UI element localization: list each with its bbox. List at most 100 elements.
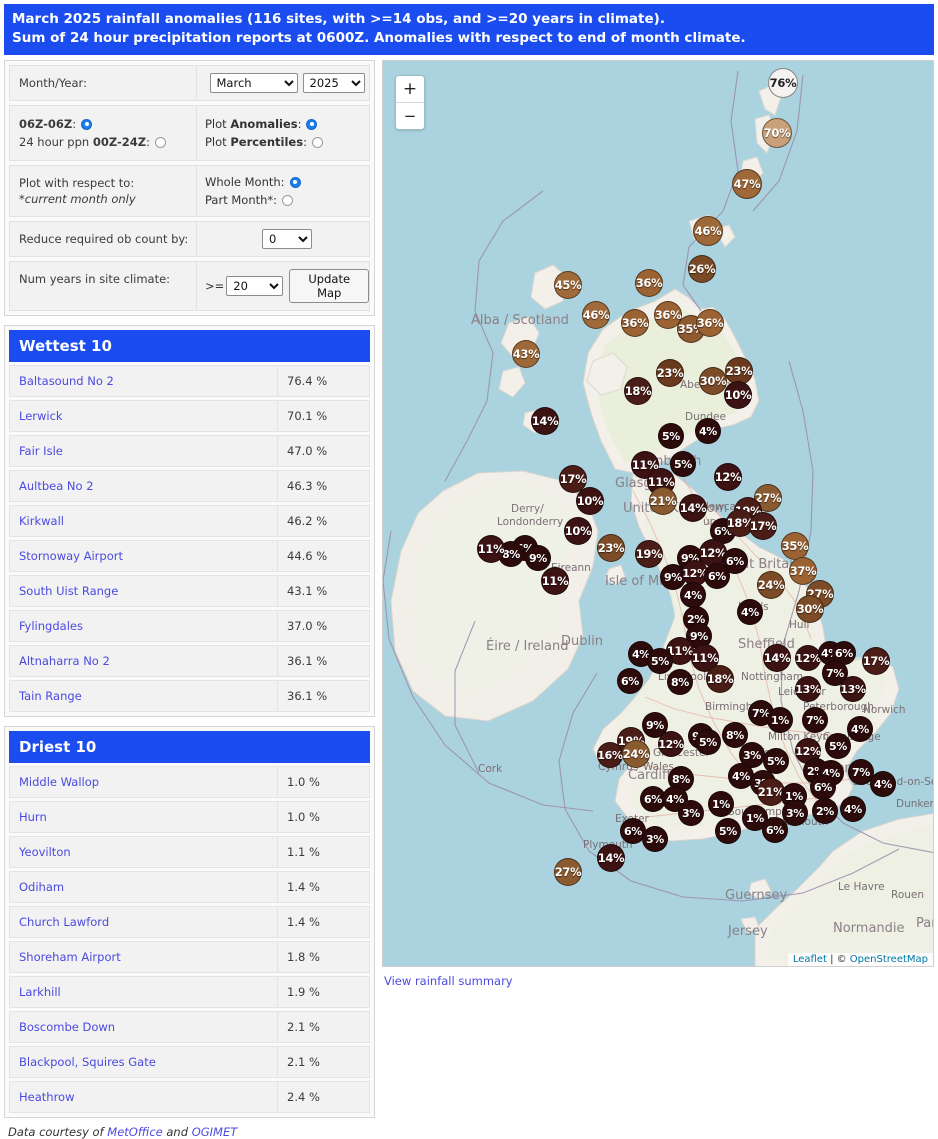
zoom-out-icon[interactable]: − xyxy=(396,102,424,129)
map-site-marker[interactable]: 4% xyxy=(737,599,763,625)
plot-percentiles-option[interactable]: Plot Percentiles: xyxy=(205,133,369,151)
map-site-marker[interactable]: 13% xyxy=(840,676,866,702)
map-site-marker[interactable]: 43% xyxy=(512,340,540,368)
map-site-marker[interactable]: 11% xyxy=(541,567,569,595)
map-site-marker[interactable]: 36% xyxy=(621,309,649,337)
openstreetmap-link[interactable]: OpenStreetMap xyxy=(850,954,928,965)
map-site-marker[interactable]: 17% xyxy=(749,512,777,540)
month-select[interactable]: March xyxy=(209,73,298,93)
ppn-0024-option[interactable]: 24 hour ppn 00Z-24Z: xyxy=(19,133,196,151)
part-month-radio[interactable] xyxy=(282,194,294,206)
map-site-marker[interactable]: 30% xyxy=(796,595,824,623)
map-site-marker[interactable]: 36% xyxy=(696,309,724,337)
map-site-marker[interactable]: 5% xyxy=(670,451,696,477)
map-site-marker[interactable]: 18% xyxy=(624,377,652,405)
whole-month-option[interactable]: Whole Month: xyxy=(205,173,369,191)
site-name-link[interactable]: Larkhill xyxy=(9,976,278,1008)
map-site-marker[interactable]: 6% xyxy=(810,774,836,800)
map-site-marker[interactable]: 16% xyxy=(597,742,623,768)
site-name-link[interactable]: Hurn xyxy=(9,801,278,833)
num-years-select[interactable]: 20 xyxy=(226,276,284,296)
map-site-marker[interactable]: 1% xyxy=(767,707,793,733)
map-site-marker[interactable]: 47% xyxy=(732,169,762,199)
zoom-in-icon[interactable]: + xyxy=(396,76,424,102)
map-site-marker[interactable]: 27% xyxy=(554,858,582,886)
map-site-marker[interactable]: 5% xyxy=(647,648,673,674)
map-site-marker[interactable]: 12% xyxy=(658,731,684,757)
map-site-marker[interactable]: 6% xyxy=(704,563,730,589)
map-site-marker[interactable]: 19% xyxy=(635,540,663,568)
ppn-0606-radio[interactable] xyxy=(81,118,93,130)
map-site-marker[interactable]: 70% xyxy=(762,118,792,148)
map-site-marker[interactable]: 18% xyxy=(706,665,734,693)
site-name-link[interactable]: Kirkwall xyxy=(9,505,278,537)
map-site-marker[interactable]: 30% xyxy=(699,367,727,395)
map-site-marker[interactable]: 24% xyxy=(622,740,650,768)
leaflet-link[interactable]: Leaflet xyxy=(793,954,827,965)
site-name-link[interactable]: Baltasound No 2 xyxy=(9,365,278,397)
map-site-marker[interactable]: 14% xyxy=(531,407,559,435)
site-name-link[interactable]: Odiham xyxy=(9,871,278,903)
reduce-obcount-select[interactable]: 0 xyxy=(262,229,312,249)
map-site-marker[interactable]: 3% xyxy=(678,800,704,826)
site-name-link[interactable]: Aultbea No 2 xyxy=(9,470,278,502)
map-site-marker[interactable]: 7% xyxy=(802,707,828,733)
map-site-marker[interactable]: 5% xyxy=(825,733,851,759)
map-site-marker[interactable]: 1% xyxy=(708,791,734,817)
site-name-link[interactable]: Shoreham Airport xyxy=(9,941,278,973)
map-site-marker[interactable]: 6% xyxy=(617,668,643,694)
map-site-marker[interactable]: 10% xyxy=(724,381,752,409)
map-site-marker[interactable]: 46% xyxy=(582,301,610,329)
map-site-marker[interactable]: 26% xyxy=(688,255,716,283)
site-name-link[interactable]: Heathrow xyxy=(9,1081,278,1113)
part-month-option[interactable]: Part Month*: xyxy=(205,191,369,209)
map-site-marker[interactable]: 4% xyxy=(695,418,721,444)
map-site-marker[interactable]: 2% xyxy=(812,798,838,824)
site-name-link[interactable]: Church Lawford xyxy=(9,906,278,938)
map-site-marker[interactable]: 5% xyxy=(695,729,721,755)
map-site-marker[interactable]: 4% xyxy=(680,582,706,608)
site-name-link[interactable]: Yeovilton xyxy=(9,836,278,868)
plot-anomalies-option[interactable]: Plot Anomalies: xyxy=(205,115,369,133)
site-name-link[interactable]: Altnaharra No 2 xyxy=(9,645,278,677)
map-site-marker[interactable]: 76% xyxy=(768,68,798,98)
ppn-0606-option[interactable]: 06Z-06Z: xyxy=(19,115,196,133)
site-name-link[interactable]: Stornoway Airport xyxy=(9,540,278,572)
site-name-link[interactable]: Lerwick xyxy=(9,400,278,432)
map-site-marker[interactable]: 45% xyxy=(554,271,582,299)
site-name-link[interactable]: Fylingdales xyxy=(9,610,278,642)
map-site-marker[interactable]: 24% xyxy=(757,571,785,599)
map-site-marker[interactable]: 5% xyxy=(658,423,684,449)
ppn-0024-radio[interactable] xyxy=(154,136,166,148)
map-site-marker[interactable]: 3% xyxy=(642,826,668,852)
map-site-marker[interactable]: 6% xyxy=(762,817,788,843)
ogimet-link[interactable]: OGIMET xyxy=(192,1125,238,1139)
map-zoom-control[interactable]: + − xyxy=(395,75,425,130)
map-site-marker[interactable]: 17% xyxy=(862,647,890,675)
map-container[interactable]: Alba / ScotlandAberdeenDundeeEdinburghGl… xyxy=(382,60,934,967)
map-site-marker[interactable]: 13% xyxy=(795,676,821,702)
plot-anomalies-radio[interactable] xyxy=(306,118,318,130)
site-name-link[interactable]: Middle Wallop xyxy=(9,766,278,798)
site-name-link[interactable]: Boscombe Down xyxy=(9,1011,278,1043)
plot-percentiles-radio[interactable] xyxy=(311,136,323,148)
map-site-marker[interactable]: 8% xyxy=(667,669,693,695)
map-site-marker[interactable]: 4% xyxy=(870,771,896,797)
map-site-marker[interactable]: 21% xyxy=(649,487,677,515)
map-site-marker[interactable]: 11% xyxy=(477,535,505,563)
site-name-link[interactable]: Blackpool, Squires Gate xyxy=(9,1046,278,1078)
year-select[interactable]: 2025 xyxy=(302,73,365,93)
map-site-marker[interactable]: 12% xyxy=(714,463,742,491)
map-site-marker[interactable]: 9% xyxy=(525,545,551,571)
map-site-marker[interactable]: 14% xyxy=(763,644,791,672)
map-site-marker[interactable]: 12% xyxy=(795,645,821,671)
whole-month-radio[interactable] xyxy=(289,176,301,188)
map-site-marker[interactable]: 46% xyxy=(693,216,723,246)
site-name-link[interactable]: South Uist Range xyxy=(9,575,278,607)
site-name-link[interactable]: Tain Range xyxy=(9,680,278,712)
map-site-marker[interactable]: 10% xyxy=(564,517,592,545)
map-site-marker[interactable]: 5% xyxy=(715,818,741,844)
map-site-marker[interactable]: 23% xyxy=(597,534,625,562)
map-site-marker[interactable]: 4% xyxy=(847,716,873,742)
map-site-marker[interactable]: 10% xyxy=(576,487,604,515)
